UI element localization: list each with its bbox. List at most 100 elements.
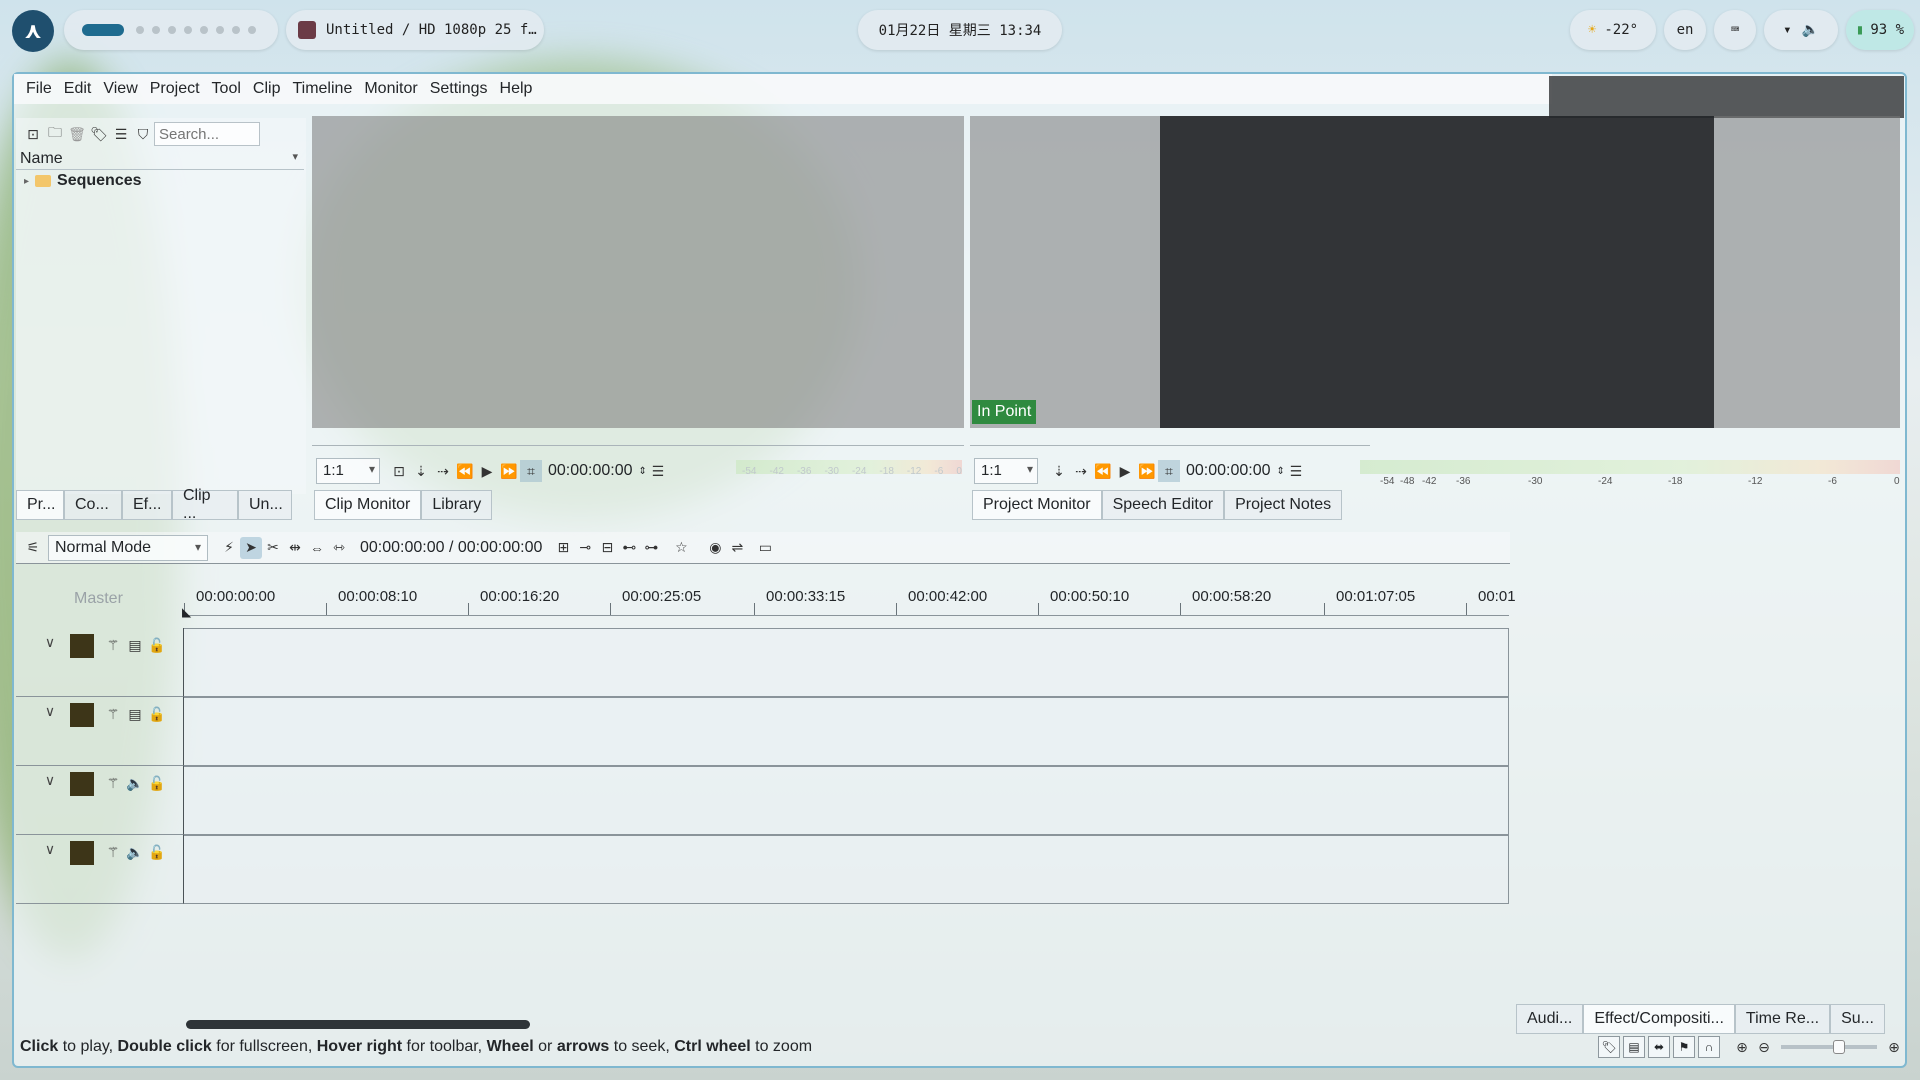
battery-indicator[interactable]: ▮ 93 % <box>1846 10 1914 50</box>
track-lane-video[interactable] <box>184 628 1509 697</box>
tab-effect-composition[interactable]: Effect/Compositi... <box>1583 1004 1735 1034</box>
collapse-track-icon[interactable]: ∨ <box>38 772 62 789</box>
track-lane-audio[interactable] <box>184 835 1509 904</box>
timeline-zoom-slider[interactable] <box>1781 1040 1877 1054</box>
menu-monitor[interactable]: Monitor <box>364 80 417 98</box>
volume-icon[interactable]: 🔈 <box>1802 22 1819 38</box>
tab-speech-editor[interactable]: Speech Editor <box>1101 490 1225 520</box>
track-color-swatch[interactable] <box>70 772 94 796</box>
collapse-track-icon[interactable]: ∨ <box>38 703 62 720</box>
spacer-tool-icon[interactable]: ⇹ <box>284 537 306 559</box>
add-clip-icon[interactable]: ⊡ <box>22 123 44 145</box>
zoom-in-icon[interactable]: ⊕ <box>1883 1036 1905 1058</box>
collapse-track-icon[interactable]: ∨ <box>38 841 62 858</box>
project-monitor-ruler[interactable] <box>970 434 1370 446</box>
favorite-star-icon[interactable]: ☆ <box>670 537 692 559</box>
lock-icon[interactable]: 🔓 <box>146 841 168 863</box>
track-lane-audio[interactable] <box>184 766 1509 835</box>
tab-undo-history[interactable]: Un... <box>238 490 292 520</box>
tab-project-notes[interactable]: Project Notes <box>1224 490 1343 520</box>
network-volume-pill[interactable]: ▾ 🔈 <box>1764 10 1838 50</box>
clock[interactable]: 01月22日 星期三 13:34 <box>858 10 1062 50</box>
workspace-dot[interactable] <box>152 26 160 34</box>
workspace-dot[interactable] <box>216 26 224 34</box>
ripple-tool-icon[interactable]: ⇔ <box>306 537 328 559</box>
lock-icon[interactable]: 🔓 <box>146 703 168 725</box>
workspace-dot[interactable] <box>168 26 176 34</box>
active-window-pill[interactable]: Untitled / HD 1080p 25 f… <box>286 10 544 50</box>
record-icon[interactable]: ◉ <box>704 537 726 559</box>
menu-tool[interactable]: Tool <box>212 80 241 98</box>
wifi-icon[interactable]: ▾ <box>1783 22 1791 38</box>
menu-view[interactable]: View <box>103 80 137 98</box>
mixer-icon[interactable]: ⇌ <box>726 537 748 559</box>
timecode-spinner-icon[interactable]: ⇕ <box>1277 466 1285 477</box>
slip-tool-icon[interactable]: ⇿ <box>328 537 350 559</box>
monitor-menu-icon[interactable]: ☰ <box>1285 460 1307 482</box>
playhead-icon[interactable]: ◣ <box>182 605 191 619</box>
new-folder-icon[interactable]: 🗀 <box>44 123 66 145</box>
snap-icon[interactable]: ∩ <box>1698 1036 1720 1058</box>
tab-time-remap[interactable]: Time Re... <box>1734 1004 1831 1034</box>
weather-widget[interactable]: ☀ -22° <box>1570 10 1656 50</box>
workspace-switcher[interactable] <box>64 10 278 50</box>
tag-icon[interactable]: 🏷 <box>1598 1036 1620 1058</box>
lift-icon[interactable]: ⊟ <box>596 537 618 559</box>
insert-icon[interactable]: ⊞ <box>552 537 574 559</box>
edit-mode-select[interactable]: Normal Mode <box>48 534 208 561</box>
zoom-fit-icon[interactable]: ⊕ <box>1731 1036 1753 1058</box>
forward-icon[interactable]: ⏩ <box>498 460 520 482</box>
effects-wand-icon[interactable]: ⚚ <box>102 841 124 863</box>
bin-column-header[interactable]: Name ▾ <box>16 150 304 170</box>
menu-timeline[interactable]: Timeline <box>292 80 352 98</box>
tab-audio-mixer[interactable]: Audi... <box>1516 1004 1584 1034</box>
workspace-dot[interactable] <box>200 26 208 34</box>
timeline-ruler[interactable]: 00:00:00:00 00:00:08:10 00:00:16:20 00:0… <box>182 586 1516 619</box>
bin-folder-row[interactable]: ▸ Sequences <box>16 170 306 192</box>
keyboard-layout-indicator[interactable]: en <box>1664 10 1706 50</box>
play-icon[interactable]: ▶ <box>1114 460 1136 482</box>
set-out-point-icon[interactable]: ⇢ <box>432 460 454 482</box>
crop-icon[interactable]: ⌗ <box>520 460 542 482</box>
clip-monitor-view[interactable] <box>312 116 964 428</box>
selection-tool-icon[interactable]: ➤ <box>240 536 262 559</box>
master-label[interactable]: Master <box>74 590 123 608</box>
timeline-horizontal-scrollbar[interactable] <box>186 1020 530 1029</box>
tab-clip-monitor[interactable]: Clip Monitor <box>314 490 422 520</box>
effects-wand-icon[interactable]: ⚚ <box>102 772 124 794</box>
tab-clip-properties[interactable]: Clip ... <box>172 487 238 522</box>
mix-icon[interactable]: ⬌ <box>1648 1036 1670 1058</box>
track-color-swatch[interactable] <box>70 634 94 658</box>
workspace-dot[interactable] <box>232 26 240 34</box>
flag-icon[interactable]: ⚑ <box>1673 1036 1695 1058</box>
rewind-icon[interactable]: ⏪ <box>454 460 476 482</box>
tag-icon[interactable]: 🏷 <box>88 123 110 145</box>
clip-monitor-zoom[interactable]: 1:1 <box>316 458 380 484</box>
play-icon[interactable]: ▶ <box>476 460 498 482</box>
effects-wand-icon[interactable]: ⚚ <box>102 634 124 656</box>
tab-subtitles[interactable]: Su... <box>1830 1004 1885 1034</box>
menu-edit[interactable]: Edit <box>64 80 92 98</box>
app-launcher-icon[interactable]: ⋏ <box>12 10 54 52</box>
column-sort-icon[interactable]: ▾ <box>292 150 298 169</box>
subtitle-icon[interactable]: ▭ <box>754 537 776 559</box>
track-header-video[interactable]: ∨ ⚚ ▤ 🔓 <box>16 697 184 766</box>
set-in-point-icon[interactable]: ⇣ <box>410 460 432 482</box>
workspace-dot[interactable] <box>248 26 256 34</box>
list-view-icon[interactable]: ☰ <box>110 123 132 145</box>
menu-settings[interactable]: Settings <box>430 80 488 98</box>
delete-icon[interactable]: 🗑 <box>66 123 88 145</box>
menu-file[interactable]: File <box>26 80 52 98</box>
lock-icon[interactable]: 🔓 <box>146 634 168 656</box>
tab-project-monitor[interactable]: Project Monitor <box>972 490 1102 520</box>
zone-icon[interactable]: ⊶ <box>640 537 662 559</box>
lock-icon[interactable]: 🔓 <box>146 772 168 794</box>
keyboard-icon-button[interactable]: ⌨ <box>1714 10 1756 50</box>
collapse-track-icon[interactable]: ∨ <box>38 634 62 651</box>
project-monitor-zoom[interactable]: 1:1 <box>974 458 1038 484</box>
tab-effects[interactable]: Ef... <box>122 490 172 520</box>
effects-wand-icon[interactable]: ⚚ <box>102 703 124 725</box>
zoom-out-icon[interactable]: ⊖ <box>1753 1036 1775 1058</box>
zoom-slider-handle[interactable] <box>1833 1040 1845 1054</box>
track-header-video[interactable]: ∨ ⚚ ▤ 🔓 <box>16 628 184 697</box>
